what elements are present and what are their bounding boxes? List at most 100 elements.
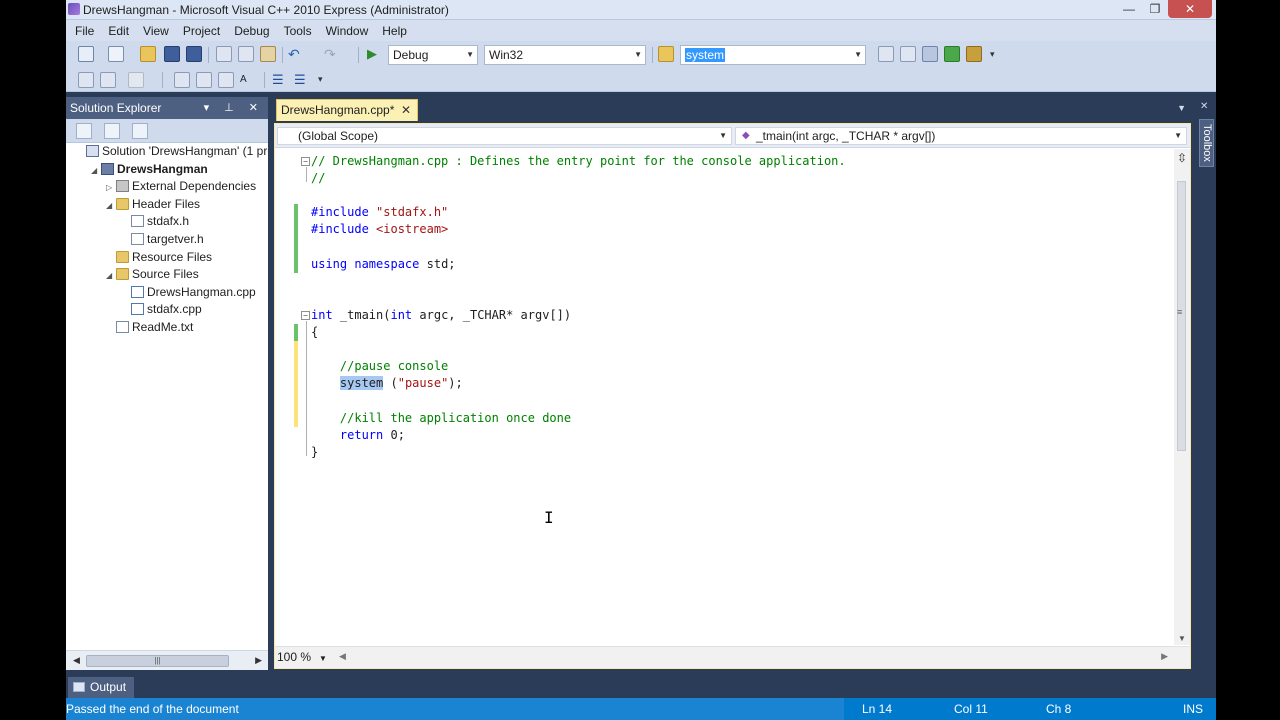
increase-indent-icon[interactable] <box>218 72 234 88</box>
new-project-icon[interactable] <box>78 46 94 62</box>
splitter-icon[interactable]: ⇳ <box>1177 151 1187 165</box>
tab-label: DrewsHangman.cpp* <box>281 103 395 117</box>
add-item-icon[interactable] <box>108 46 124 62</box>
find-combo[interactable]: system ▼ <box>680 45 866 65</box>
redo-icon[interactable]: ↷ <box>324 46 340 62</box>
save-all-icon[interactable] <box>186 46 202 62</box>
menu-file[interactable]: File <box>68 24 101 38</box>
menu-window[interactable]: Window <box>319 24 376 38</box>
menu-debug[interactable]: Debug <box>227 24 276 38</box>
tree-item[interactable]: ◢ Header Files <box>106 196 200 213</box>
quick-info-icon[interactable] <box>128 72 144 88</box>
code-line[interactable]: #include "stdafx.h" <box>311 204 448 221</box>
code-line[interactable]: //kill the application once done <box>311 410 571 427</box>
show-all-files-icon[interactable] <box>104 123 120 139</box>
pin-icon[interactable]: ✕ <box>1200 101 1208 112</box>
code-line[interactable]: { <box>311 324 318 341</box>
scroll-right-icon[interactable]: ▶ <box>1161 651 1168 662</box>
tree-item[interactable]: ◢ Source Files <box>106 266 199 283</box>
find-in-files-icon[interactable] <box>658 46 674 62</box>
scroll-left-icon[interactable]: ◀ <box>73 655 80 666</box>
code-line[interactable]: system ("pause"); <box>311 375 463 392</box>
code-line[interactable]: // DrewsHangman.cpp : Defines the entry … <box>311 153 846 170</box>
scroll-right-icon[interactable]: ▶ <box>255 655 262 666</box>
collapse-arrow-icon[interactable]: ◢ <box>106 197 116 214</box>
collapse-arrow-icon[interactable]: ◢ <box>91 162 101 179</box>
zoom-control[interactable]: 100 % ▼ <box>277 650 327 664</box>
save-icon[interactable] <box>164 46 180 62</box>
close-button[interactable]: ✕ <box>1168 0 1212 18</box>
toolbar-options-icon[interactable]: ▾ <box>318 74 334 90</box>
code-line[interactable]: } <box>311 444 318 461</box>
display-object-member-list-icon[interactable] <box>78 72 94 88</box>
text-case-icon[interactable]: A <box>240 72 256 88</box>
tree-item[interactable]: targetver.h <box>121 231 204 248</box>
collapse-arrow-icon[interactable]: ◢ <box>106 267 116 284</box>
output-tab[interactable]: Output <box>68 677 134 698</box>
tree-item[interactable]: DrewsHangman.cpp <box>121 284 256 301</box>
code-line[interactable]: return 0; <box>311 427 405 444</box>
maximize-button[interactable]: ❐ <box>1142 0 1168 18</box>
scroll-thumb[interactable]: ||| <box>86 655 229 667</box>
panel-header-buttons[interactable]: ▾ ⊥ ✕ <box>204 97 264 119</box>
configuration-select[interactable]: Debug ▼ <box>388 45 478 65</box>
toolbar-options-icon[interactable]: ▾ <box>990 49 1006 65</box>
tab-drewshangman-cpp[interactable]: DrewsHangman.cpp* ✕ <box>276 99 418 121</box>
decrease-indent-icon[interactable] <box>196 72 212 88</box>
toolbox-icon[interactable] <box>922 46 938 62</box>
tree-item[interactable]: stdafx.cpp <box>121 301 202 318</box>
toolbox-tab[interactable]: Toolbox <box>1199 119 1214 167</box>
code-text-area[interactable]: // DrewsHangman.cpp : Defines the entry … <box>275 149 1175 645</box>
menu-edit[interactable]: Edit <box>101 24 136 38</box>
expand-arrow-icon[interactable]: ▷ <box>106 179 116 196</box>
status-bar: Passed the end of the document Ln 14 Col… <box>66 698 1216 720</box>
tree-item[interactable]: stdafx.h <box>121 213 189 230</box>
scroll-left-icon[interactable]: ◀ <box>339 651 346 662</box>
solution-explorer-hscrollbar[interactable]: ◀ ||| ▶ <box>66 650 268 670</box>
document-tab-strip: DrewsHangman.cpp* ✕ ▼ <box>274 97 1216 121</box>
undo-icon[interactable]: ↶ <box>288 46 304 62</box>
solution-explorer-header: Solution Explorer ▾ ⊥ ✕ <box>66 97 268 119</box>
display-parameter-info-icon[interactable] <box>100 72 116 88</box>
menu-view[interactable]: View <box>136 24 176 38</box>
tree-item[interactable]: ◢ DrewsHangman <box>91 161 208 178</box>
comment-lines-icon[interactable]: ☰ <box>272 72 288 88</box>
close-icon[interactable]: ✕ <box>401 100 411 120</box>
scroll-down-icon[interactable]: ▼ <box>1178 634 1186 643</box>
menu-tools[interactable]: Tools <box>277 24 319 38</box>
code-line[interactable]: using namespace std; <box>311 256 456 273</box>
start-debugging-icon[interactable]: ▶ <box>367 46 383 62</box>
extension-manager-icon[interactable] <box>966 46 982 62</box>
uncomment-lines-icon[interactable]: ☰ <box>294 72 310 88</box>
platform-select[interactable]: Win32 ▼ <box>484 45 646 65</box>
collapse-region-icon[interactable]: − <box>301 157 310 166</box>
menu-help[interactable]: Help <box>375 24 414 38</box>
code-line[interactable]: //pause console <box>311 358 448 375</box>
minimize-button[interactable]: — <box>1116 0 1142 18</box>
editor-vscrollbar[interactable]: ⇳ ≡ ▼ <box>1174 149 1190 645</box>
tree-item[interactable]: Solution 'DrewsHangman' (1 project) <box>76 143 268 160</box>
active-files-dropdown-icon[interactable]: ▼ <box>1177 103 1186 113</box>
tree-item[interactable]: ▷ External Dependencies <box>106 178 256 195</box>
open-file-icon[interactable] <box>140 46 156 62</box>
code-line[interactable]: #include <iostream> <box>311 221 448 238</box>
complete-word-icon[interactable] <box>174 72 190 88</box>
method-icon: ◆ <box>742 130 750 141</box>
properties-icon[interactable] <box>900 46 916 62</box>
code-line[interactable]: // <box>311 170 325 187</box>
collapse-region-icon[interactable]: − <box>301 310 310 320</box>
cut-icon[interactable] <box>216 46 232 62</box>
refresh-icon[interactable] <box>132 123 148 139</box>
member-dropdown[interactable]: ◆ _tmain(int argc, _TCHAR * argv[]) ▼ <box>735 127 1187 145</box>
solution-explorer-icon[interactable] <box>878 46 894 62</box>
copy-icon[interactable] <box>238 46 254 62</box>
tree-item[interactable]: ReadMe.txt <box>106 319 193 336</box>
properties-icon[interactable] <box>76 123 92 139</box>
paste-icon[interactable] <box>260 46 276 62</box>
chevron-down-icon: ▼ <box>466 50 474 59</box>
menu-project[interactable]: Project <box>176 24 227 38</box>
tree-item[interactable]: Resource Files <box>106 249 212 266</box>
code-line[interactable]: int _tmain(int argc, _TCHAR* argv[]) <box>311 307 571 324</box>
scope-dropdown[interactable]: (Global Scope) ▼ <box>277 127 732 145</box>
start-page-icon[interactable] <box>944 46 960 62</box>
